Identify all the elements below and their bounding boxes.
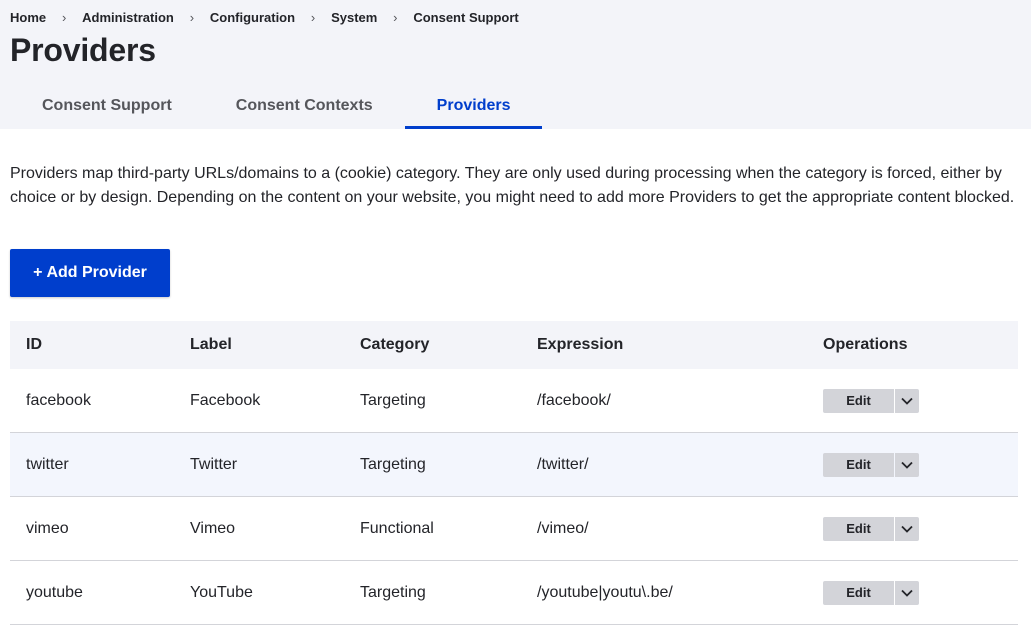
cell-id: youtube <box>26 583 83 601</box>
cell-category: Targeting <box>360 455 426 473</box>
operations-dropbutton: Edit <box>823 388 919 413</box>
cell-category: Targeting <box>360 391 426 409</box>
cell-expression: /twitter/ <box>537 455 589 473</box>
tab-providers[interactable]: Providers <box>404 82 543 129</box>
dropbutton-toggle[interactable] <box>895 388 919 413</box>
cell-expression: /youtube|youtu\.be/ <box>537 583 673 601</box>
column-header-label[interactable]: Label <box>190 336 232 354</box>
cell-id: facebook <box>26 391 91 409</box>
breadcrumb-separator: › <box>61 9 67 25</box>
plus-icon: + <box>33 264 43 281</box>
column-header-expression[interactable]: Expression <box>537 336 623 354</box>
cell-expression: /facebook/ <box>537 391 611 409</box>
column-header-category[interactable]: Category <box>360 336 429 354</box>
tab-consent-contexts[interactable]: Consent Contexts <box>204 82 405 129</box>
breadcrumb-separator: › <box>310 9 316 25</box>
table-header: ID Label Category Expression Operations <box>10 321 1018 369</box>
cell-expression: /vimeo/ <box>537 519 589 537</box>
page-header: Home › Administration › Configuration › … <box>0 0 1031 129</box>
breadcrumb-administration[interactable]: Administration <box>82 10 174 25</box>
cell-category: Targeting <box>360 583 426 601</box>
breadcrumb-separator: › <box>189 9 195 25</box>
chevron-down-icon <box>901 589 913 597</box>
cell-label: YouTube <box>190 583 253 601</box>
edit-button[interactable]: Edit <box>823 388 894 413</box>
cell-label: Facebook <box>190 391 261 409</box>
cell-category: Functional <box>360 519 434 537</box>
tab-consent-support[interactable]: Consent Support <box>10 82 204 129</box>
table-row: youtube YouTube Targeting /youtube|youtu… <box>10 561 1018 625</box>
page-description: Providers map third-party URLs/domains t… <box>10 165 1015 206</box>
chevron-down-icon <box>901 397 913 405</box>
tab-bar: Consent Support Consent Contexts Provide… <box>10 82 543 129</box>
column-header-operations: Operations <box>823 336 908 353</box>
add-provider-button[interactable]: + Add Provider <box>10 249 170 297</box>
chevron-down-icon <box>901 525 913 533</box>
breadcrumb-separator: › <box>393 9 398 25</box>
table-row: facebook Facebook Targeting /facebook/ E… <box>10 369 1018 433</box>
edit-button[interactable]: Edit <box>823 452 894 477</box>
column-header-id[interactable]: ID <box>26 336 42 354</box>
breadcrumb-system[interactable]: System <box>331 10 377 25</box>
page-title: Providers <box>10 32 156 68</box>
breadcrumb-home[interactable]: Home <box>10 10 46 25</box>
breadcrumb-configuration[interactable]: Configuration <box>210 10 295 25</box>
table-row: vimeo Vimeo Functional /vimeo/ Edit <box>10 497 1018 561</box>
operations-dropbutton: Edit <box>823 452 919 477</box>
add-provider-label: Add Provider <box>46 264 147 281</box>
dropbutton-toggle[interactable] <box>895 516 919 541</box>
operations-dropbutton: Edit <box>823 580 919 605</box>
breadcrumb: Home › Administration › Configuration › … <box>10 9 519 25</box>
breadcrumb-consent-support[interactable]: Consent Support <box>413 10 518 25</box>
operations-dropbutton: Edit <box>823 516 919 541</box>
cell-label: Vimeo <box>190 519 236 537</box>
cell-id: vimeo <box>26 519 69 537</box>
table-row: twitter Twitter Targeting /twitter/ Edit <box>10 433 1018 497</box>
cell-label: Twitter <box>190 455 238 473</box>
providers-table: ID Label Category Expression Operations … <box>10 321 1018 625</box>
edit-button[interactable]: Edit <box>823 516 894 541</box>
dropbutton-toggle[interactable] <box>895 580 919 605</box>
dropbutton-toggle[interactable] <box>895 452 919 477</box>
edit-button[interactable]: Edit <box>823 580 894 605</box>
cell-id: twitter <box>26 455 69 473</box>
chevron-down-icon <box>901 461 913 469</box>
